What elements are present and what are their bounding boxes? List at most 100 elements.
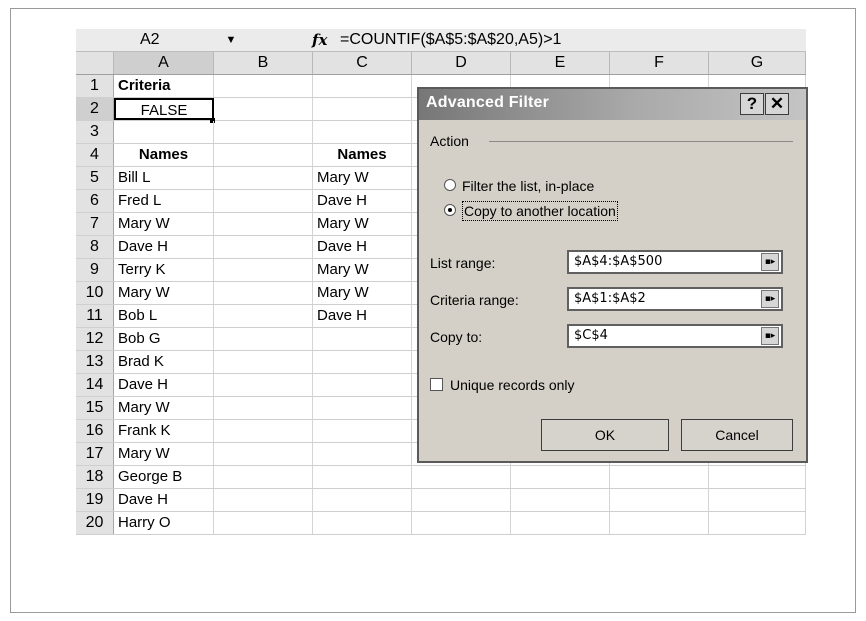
cell-c18[interactable] [313,466,412,488]
row-header[interactable]: 18 [76,466,114,488]
cancel-button[interactable]: Cancel [681,419,793,451]
cell-b11[interactable] [214,305,313,327]
row-header[interactable]: 2 [76,98,114,120]
cell-c2[interactable] [313,98,412,120]
row-header[interactable]: 4 [76,144,114,166]
cell-a18[interactable]: George B [114,466,214,488]
cell-b6[interactable] [214,190,313,212]
row-header[interactable]: 15 [76,397,114,419]
cell-b13[interactable] [214,351,313,373]
cell-c16[interactable] [313,420,412,442]
list-range-field[interactable]: $A$4:$A$500 ▪▸ [567,250,783,274]
cell-c7[interactable]: Mary W [313,213,412,235]
cell-a17[interactable]: Mary W [114,443,214,465]
column-header-c[interactable]: C [313,52,412,74]
cell-b20[interactable] [214,512,313,534]
formula-input[interactable]: =COUNTIF($A$5:$A$20,A5)>1 [340,30,561,50]
radio-filter-indicator[interactable] [444,179,456,191]
row-header[interactable]: 7 [76,213,114,235]
cell-d18[interactable] [412,466,511,488]
cell-a6[interactable]: Fred L [114,190,214,212]
cell-b7[interactable] [214,213,313,235]
help-icon[interactable]: ? [740,93,764,115]
collapse-dialog-icon[interactable]: ▪▸ [761,327,779,345]
cell-c14[interactable] [313,374,412,396]
cell-a10[interactable]: Mary W [114,282,214,304]
cell-g19[interactable] [709,489,806,511]
unique-records-checkbox[interactable]: Unique records only [430,375,730,395]
row-header[interactable]: 20 [76,512,114,534]
row-header[interactable]: 13 [76,351,114,373]
cell-c17[interactable] [313,443,412,465]
cell-a5[interactable]: Bill L [114,167,214,189]
ok-button[interactable]: OK [541,419,669,451]
name-box-dropdown-icon[interactable]: ▼ [224,31,238,49]
radio-copy-to-location[interactable]: Copy to another location [444,200,774,222]
cell-c10[interactable]: Mary W [313,282,412,304]
cell-b16[interactable] [214,420,313,442]
cell-c4[interactable]: Names [313,144,412,166]
cell-c5[interactable]: Mary W [313,167,412,189]
cell-b12[interactable] [214,328,313,350]
collapse-dialog-icon[interactable]: ▪▸ [761,290,779,308]
row-header[interactable]: 19 [76,489,114,511]
cell-b3[interactable] [214,121,313,143]
cell-a8[interactable]: Dave H [114,236,214,258]
cell-c12[interactable] [313,328,412,350]
cell-a2[interactable]: FALSE [114,98,214,120]
column-header-g[interactable]: G [709,52,806,74]
cell-a1[interactable]: Criteria [114,75,214,97]
cell-c11[interactable]: Dave H [313,305,412,327]
cell-b17[interactable] [214,443,313,465]
row-header[interactable]: 17 [76,443,114,465]
close-icon[interactable]: ✕ [765,93,789,115]
cell-a7[interactable]: Mary W [114,213,214,235]
cell-d19[interactable] [412,489,511,511]
cell-g18[interactable] [709,466,806,488]
column-header-b[interactable]: B [214,52,313,74]
cell-a14[interactable]: Dave H [114,374,214,396]
criteria-range-field[interactable]: $A$1:$A$2 ▪▸ [567,287,783,311]
cell-f18[interactable] [610,466,709,488]
checkbox-box[interactable] [430,378,443,391]
cell-c3[interactable] [313,121,412,143]
cell-c13[interactable] [313,351,412,373]
cell-a15[interactable]: Mary W [114,397,214,419]
row-header[interactable]: 8 [76,236,114,258]
insert-function-icon[interactable]: fx [312,30,334,50]
row-header[interactable]: 5 [76,167,114,189]
cell-b18[interactable] [214,466,313,488]
cell-f19[interactable] [610,489,709,511]
cell-d20[interactable] [412,512,511,534]
cell-b19[interactable] [214,489,313,511]
row-header[interactable]: 12 [76,328,114,350]
cell-b14[interactable] [214,374,313,396]
row-header[interactable]: 6 [76,190,114,212]
cell-c9[interactable]: Mary W [313,259,412,281]
name-box[interactable]: A2 [76,30,232,50]
cell-b2[interactable] [214,98,313,120]
cell-a12[interactable]: Bob G [114,328,214,350]
cell-e18[interactable] [511,466,610,488]
cell-a20[interactable]: Harry O [114,512,214,534]
row-header[interactable]: 14 [76,374,114,396]
cell-c6[interactable]: Dave H [313,190,412,212]
row-header[interactable]: 1 [76,75,114,97]
cell-b8[interactable] [214,236,313,258]
select-all-corner[interactable] [76,52,114,74]
cell-b1[interactable] [214,75,313,97]
radio-filter-in-place[interactable]: Filter the list, in-place [444,175,774,197]
row-header[interactable]: 11 [76,305,114,327]
dialog-titlebar[interactable]: Advanced Filter ? ✕ [419,89,806,120]
radio-copy-indicator[interactable] [444,204,456,216]
cell-a11[interactable]: Bob L [114,305,214,327]
cell-f20[interactable] [610,512,709,534]
cell-e20[interactable] [511,512,610,534]
row-header[interactable]: 9 [76,259,114,281]
cell-b10[interactable] [214,282,313,304]
cell-b15[interactable] [214,397,313,419]
column-header-f[interactable]: F [610,52,709,74]
column-header-e[interactable]: E [511,52,610,74]
cell-a9[interactable]: Terry K [114,259,214,281]
cell-a16[interactable]: Frank K [114,420,214,442]
